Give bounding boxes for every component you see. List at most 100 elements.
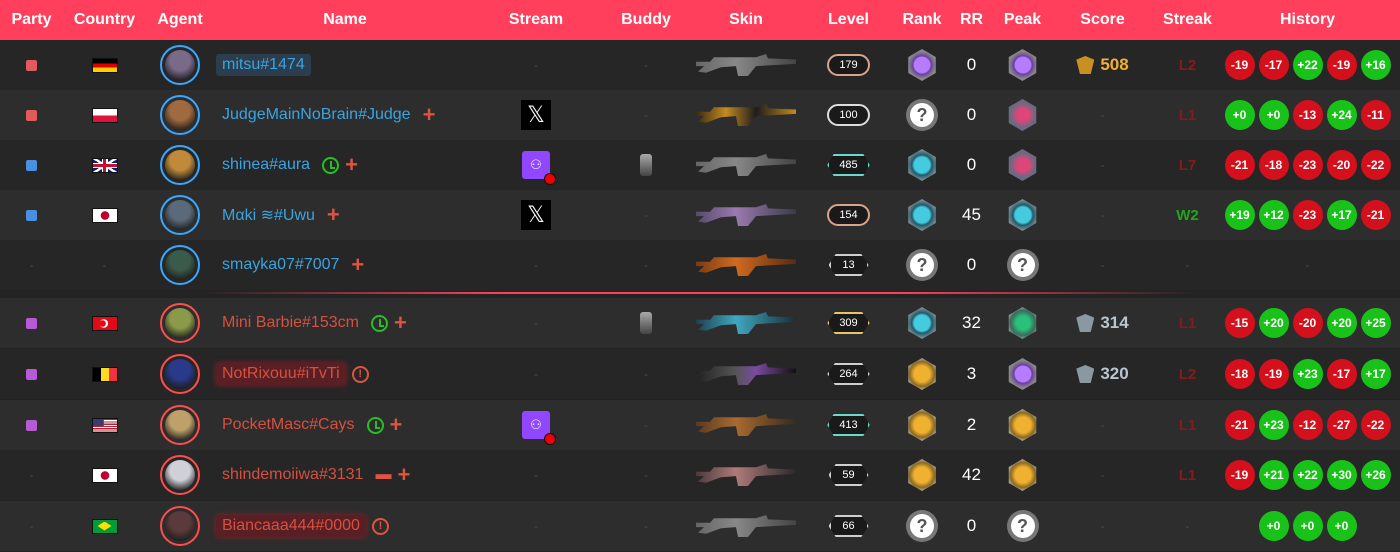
party-cell [0, 40, 63, 90]
add-friend-plus-icon[interactable]: + [345, 154, 358, 176]
rank-rating: 0 [966, 255, 977, 274]
level-cell: 100 [796, 90, 901, 140]
streak-value: L1 [1178, 466, 1197, 484]
match-history-icon[interactable] [366, 416, 384, 434]
rr-change-pill: +22 [1292, 460, 1323, 490]
player-name[interactable]: smayka07#7007 [216, 254, 345, 276]
empty-marker: - [534, 367, 538, 381]
name-extras: ! [371, 517, 389, 535]
skin-cell [696, 240, 796, 290]
empty-marker: - [644, 519, 648, 533]
player-name[interactable]: mitsu#1474 [216, 54, 311, 76]
table-row[interactable]: - Biancaaa444#0000! - -66? 0? - - +0 +0 +0 [0, 501, 1400, 551]
x-twitter-icon[interactable]: 𝕏 [521, 200, 551, 230]
country-cell [63, 298, 146, 348]
add-friend-plus-icon[interactable]: + [390, 414, 403, 436]
header-score: Score [1080, 11, 1125, 28]
add-friend-plus-icon[interactable]: + [327, 204, 340, 226]
weapon-skin-image [696, 363, 796, 385]
rr-history: -21 +23 -12 -27 -22 [1224, 410, 1391, 440]
rr-change-pill: +0 [1258, 511, 1289, 541]
country-cell [63, 40, 146, 90]
match-history-icon[interactable] [322, 156, 340, 174]
agent-cell [146, 501, 214, 551]
score-value: 508 [1100, 55, 1129, 74]
stream-cell: ⚇ [476, 140, 596, 190]
buddy-cell: - [596, 450, 696, 500]
leaderboard-score: 320 [1076, 364, 1129, 384]
streak-value: L1 [1178, 106, 1197, 124]
table-row[interactable]: - shindemoiiwa#3131 ▬ + - -59 42- L1 -19 +21 +22 +3… [0, 450, 1400, 500]
player-name[interactable]: Biancaaa444#0000 [216, 515, 366, 537]
streak-cell: L7 [1160, 140, 1215, 190]
warning-icon[interactable]: ! [351, 365, 369, 383]
weapon-skin-image [696, 54, 796, 76]
party-indicator [26, 109, 37, 121]
flag-icon [91, 467, 118, 483]
table-row[interactable]: shinea#aura + ⚇ 485 0 - L7 -21 -18 -23 -20 -22 [0, 140, 1400, 190]
name-cell: NotRixouu#iTvTi! [214, 349, 476, 399]
rr-change-pill: -17 [1326, 359, 1357, 389]
rr-cell: 0 [943, 40, 1000, 90]
party-cell [0, 349, 63, 399]
table-row[interactable]: mitsu#1474- -179 0 508 L2 -19 -17 +22 -19 +16 [0, 40, 1400, 90]
flag-icon [91, 315, 118, 331]
party-indicator [26, 59, 37, 71]
add-friend-plus-icon[interactable]: + [394, 312, 407, 334]
name-cell: PocketMasc#Cays + [214, 400, 476, 450]
add-friend-plus-icon[interactable]: + [423, 104, 436, 126]
player-name[interactable]: PocketMasc#Cays [216, 414, 361, 436]
table-row[interactable]: - - smayka07#7007 + - - 13? 0? - - - [0, 240, 1400, 290]
level-badge: 264 [827, 363, 870, 385]
rr-change-pill: +20 [1258, 308, 1289, 338]
rr-change-pill: +17 [1326, 200, 1357, 230]
table-row[interactable]: PocketMasc#Cays + ⚇ - 413 2 - L1 -21 +23 -12 -27 -22 [0, 400, 1400, 450]
rr-change-pill: -23 [1292, 200, 1323, 230]
table-row[interactable]: Mini Barbie#153cm + -309 32 314 L1 -15 +20 -20 +2… [0, 298, 1400, 348]
party-indicator [26, 209, 37, 221]
agent-portrait [165, 308, 195, 338]
add-friend-plus-icon[interactable]: + [351, 254, 364, 276]
warning-icon[interactable]: ! [371, 517, 389, 535]
country-cell: - [63, 240, 146, 290]
name-cell: Mini Barbie#153cm + [214, 298, 476, 348]
player-name[interactable]: Mαki ≋#Uwu [216, 203, 321, 227]
rr-cell: 42 [943, 450, 1000, 500]
history-cell: +0 +0 +0 [1215, 501, 1400, 551]
mask-icon[interactable]: ▬ [375, 466, 391, 484]
gun-buddy-icon [640, 312, 652, 334]
x-twitter-icon[interactable]: 𝕏 [521, 100, 551, 130]
rr-change-pill: +23 [1258, 410, 1289, 440]
table-row[interactable]: Mαki ≋#Uwu + 𝕏 - 154 45 - W2 +19 +12 -23 +17 -21 [0, 190, 1400, 240]
rr-change-pill: -20 [1326, 150, 1357, 180]
twitch-icon[interactable]: ⚇ [522, 151, 556, 185]
match-history-icon[interactable] [370, 314, 388, 332]
rr-cell: 3 [943, 349, 1000, 399]
player-name[interactable]: shindemoiiwa#3131 [216, 464, 369, 486]
player-name[interactable]: shinea#aura [216, 154, 316, 176]
peak-amethyst-icon [1008, 358, 1037, 390]
header-stream: Stream [508, 11, 564, 28]
rr-change-pill: +19 [1224, 200, 1255, 230]
rr-change-pill: -27 [1326, 410, 1357, 440]
history-cell: -19 -17 +22 -19 +16 [1215, 40, 1400, 90]
flag-icon [91, 518, 118, 534]
player-name[interactable]: NotRixouu#iTvTi [216, 363, 346, 385]
player-name[interactable]: JudgeMainNoBrain#Judge [216, 104, 417, 126]
empty-marker: - [534, 258, 538, 272]
weapon-skin-image [696, 104, 796, 126]
add-friend-plus-icon[interactable]: + [397, 464, 410, 486]
agent-avatar [160, 95, 200, 135]
streak-cell: L1 [1160, 450, 1215, 500]
twitch-icon[interactable]: ⚇ [522, 411, 556, 445]
peak-cell: ? [1000, 501, 1045, 551]
player-name[interactable]: Mini Barbie#153cm [216, 312, 365, 334]
level-cell: 66 [796, 501, 901, 551]
agent-avatar [160, 303, 200, 343]
table-row[interactable]: NotRixouu#iTvTi! - - 264 3 320 L2 -18 -19 +23 -17 +… [0, 349, 1400, 399]
agent-portrait [165, 460, 195, 490]
rank-cell [901, 450, 943, 500]
agent-cell [146, 450, 214, 500]
table-row[interactable]: JudgeMainNoBrain#Judge + 𝕏 -100? 0- L1 +0 +0 -13… [0, 90, 1400, 140]
flag-icon [91, 207, 118, 223]
